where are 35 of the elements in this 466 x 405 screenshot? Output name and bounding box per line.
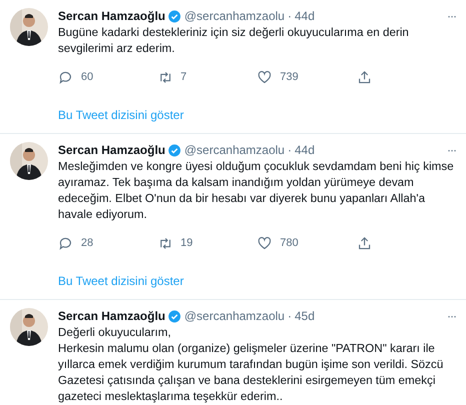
author-name[interactable]: Sercan Hamzaoğlu	[58, 308, 166, 324]
share-icon[interactable]	[356, 236, 372, 250]
reply-count: 60	[81, 70, 94, 85]
tweet-time[interactable]: 45d	[294, 308, 315, 324]
author-handle[interactable]: @sercanhamzaolu	[184, 142, 285, 158]
tweet-text: Değerli okuyucularım,	[58, 325, 172, 341]
author-handle[interactable]: @sercanhamzaolu	[184, 8, 285, 24]
show-thread-link[interactable]: Bu Tweet dizisini göster	[58, 107, 184, 123]
author-name[interactable]: Sercan Hamzaoğlu	[58, 142, 166, 158]
show-thread-link[interactable]: Bu Tweet dizisini göster	[58, 273, 184, 289]
heart-icon[interactable]	[257, 236, 272, 250]
tweet-time[interactable]: 44d	[294, 8, 315, 24]
reply-icon[interactable]	[58, 70, 73, 84]
tweet-time[interactable]: 44d	[294, 142, 315, 158]
heart-icon[interactable]	[257, 70, 272, 84]
reply-count: 28	[81, 236, 94, 251]
tweet-text: Bugüne kadarki destekleriniz için siz değerli okuyucularıma en derin sevgilerimi arz ederim.	[58, 25, 410, 57]
author-handle[interactable]: @sercanhamzaolu	[184, 308, 285, 324]
separator-dot: ·	[288, 8, 292, 24]
retweet-count: 19	[180, 236, 193, 251]
share-icon[interactable]	[356, 70, 372, 84]
like-count: 780	[280, 236, 298, 251]
retweet-icon[interactable]	[158, 236, 172, 250]
more-button[interactable]: ···	[447, 308, 456, 324]
tweet-text: Herkesin malumu olan (organize) gelişmeler üzerine "PATRON" kararı ile yıllarca emek verdiğim kurumum tarafından bugün işime son verildi. Sözcü Gazetesi çatısında çalışan ve bana desteklerini esirgemeyen tüm emekçi gazeteci meslektaşlarıma teşekkür ederim..	[58, 341, 444, 405]
tweet-text: Mesleğimden ve kongre üyesi olduğum çocukluk sevdamdam beni hiç kimse ayıramaz. Tek başıma da kalsam inandığım yoldan yürümeye devam edeceğim. Elbet O'nun da bir hesabı var diyerek bunu yapanları Allah'a havale ediyorum.	[58, 159, 455, 223]
more-button[interactable]: ···	[447, 142, 456, 158]
more-button[interactable]: ···	[447, 8, 456, 24]
reply-icon[interactable]	[58, 236, 73, 250]
like-count: 739	[280, 70, 298, 85]
retweet-count: 7	[180, 70, 187, 85]
separator-dot: ·	[288, 142, 292, 158]
retweet-icon[interactable]	[158, 70, 172, 84]
author-name[interactable]: Sercan Hamzaoğlu	[58, 8, 166, 24]
separator-dot: ·	[288, 308, 292, 324]
